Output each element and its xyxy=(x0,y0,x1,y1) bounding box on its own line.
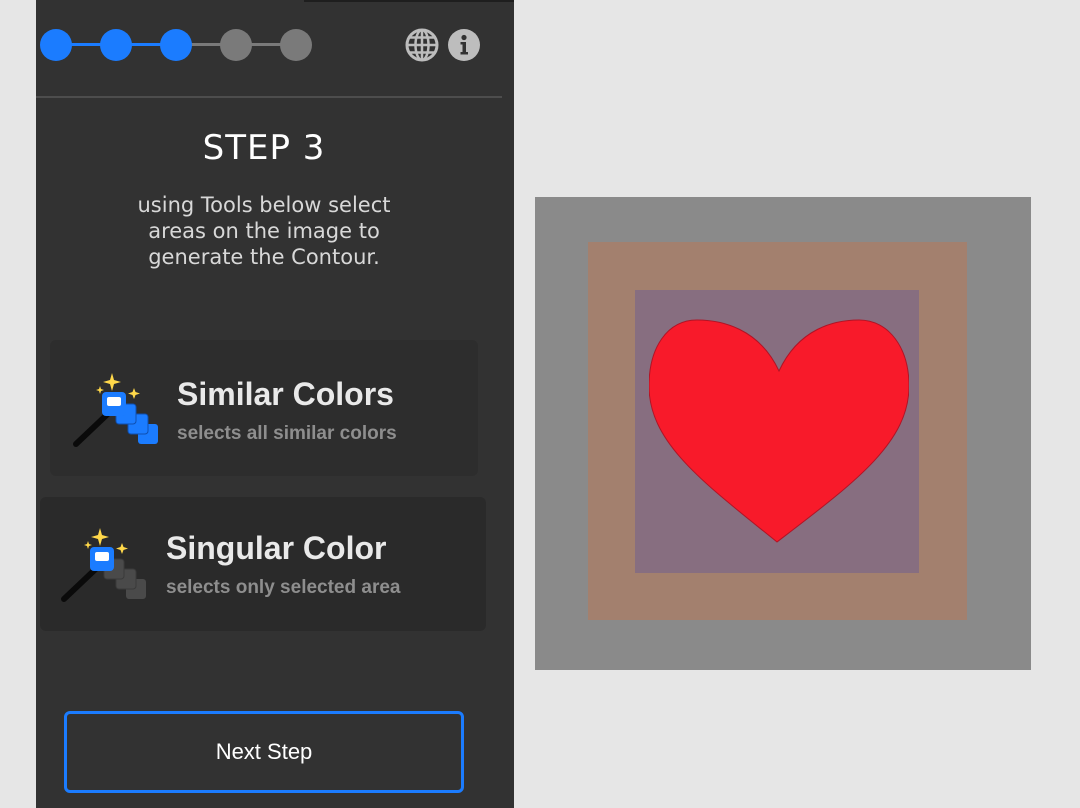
tool-title: Similar Colors xyxy=(177,376,394,412)
progress-step-2[interactable] xyxy=(100,29,132,61)
progress-step-4[interactable] xyxy=(220,29,252,61)
magic-wand-singular-icon xyxy=(61,528,146,602)
similar-colors-tool[interactable]: Similar Colors selects all similar color… xyxy=(50,340,478,476)
progress-step-5[interactable] xyxy=(280,29,312,61)
heart-shape xyxy=(649,319,909,543)
magic-wand-similar-icon xyxy=(73,373,158,447)
step-title: STEP 3 xyxy=(202,128,326,168)
tool-subtitle: selects only selected area xyxy=(166,577,401,598)
step-description: using Tools below select areas on the im… xyxy=(137,193,391,269)
tool-subtitle: selects all similar colors xyxy=(177,423,397,444)
step-panel: STEP 3 using Tools below select areas on… xyxy=(36,0,514,808)
singular-color-tool[interactable]: Singular Color selects only selected are… xyxy=(40,497,486,631)
step-progress xyxy=(40,29,330,61)
info-icon[interactable] xyxy=(447,28,481,62)
top-edge-line xyxy=(304,0,514,2)
globe-icon[interactable] xyxy=(405,28,439,62)
image-preview-canvas[interactable] xyxy=(535,197,1031,670)
progress-step-3[interactable] xyxy=(160,29,192,61)
next-step-button[interactable]: Next Step xyxy=(64,711,464,793)
progress-step-1[interactable] xyxy=(40,29,72,61)
tool-title: Singular Color xyxy=(166,530,387,566)
header-divider xyxy=(36,96,502,98)
